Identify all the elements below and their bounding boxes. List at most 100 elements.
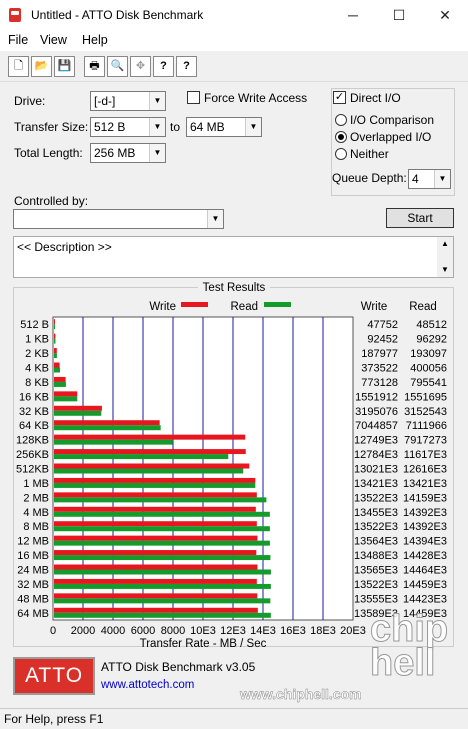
read-value: 14464E3 — [403, 565, 447, 577]
write-bar — [54, 578, 257, 584]
results-title: Test Results — [203, 282, 266, 294]
read-bar — [54, 324, 55, 330]
logo-text: ATTO — [24, 664, 84, 687]
read-value: 193097 — [410, 348, 447, 360]
category-label: 256KB — [16, 449, 49, 461]
write-bar — [54, 492, 257, 498]
website-link[interactable]: www.attotech.com — [101, 679, 194, 691]
write-value: 13522E3 — [354, 492, 398, 504]
read-bar — [54, 583, 271, 589]
write-value: 1551912 — [355, 391, 398, 403]
write-value: 12784E3 — [354, 449, 398, 461]
write-bar — [54, 333, 56, 339]
read-value: 14392E3 — [403, 521, 447, 533]
category-label: 1 KB — [25, 334, 49, 346]
write-bar — [54, 391, 78, 397]
write-value: 187977 — [361, 348, 398, 360]
category-label: 32 MB — [17, 579, 49, 591]
category-label: 12 MB — [17, 536, 49, 548]
write-value: 92452 — [367, 334, 398, 346]
read-bar — [54, 511, 270, 517]
write-bar — [54, 564, 258, 570]
write-value: 13021E3 — [354, 464, 398, 476]
status-bar: For Help, press F1 — [0, 708, 468, 729]
read-bar — [54, 381, 66, 387]
write-bar — [54, 405, 102, 411]
x-axis-label: Transfer Rate - MB / Sec — [140, 638, 267, 650]
write-column-header: Write — [361, 301, 388, 313]
read-value: 12616E3 — [403, 464, 447, 476]
read-value: 14428E3 — [403, 550, 447, 562]
write-bar — [54, 362, 60, 368]
read-bar — [54, 540, 270, 546]
read-bar — [54, 612, 271, 618]
read-bar — [54, 425, 161, 431]
read-value: 7111966 — [406, 420, 447, 432]
legend-write-label: Write — [149, 301, 176, 313]
write-bar — [54, 376, 66, 382]
read-value: 14159E3 — [403, 492, 447, 504]
status-text: For Help, press F1 — [4, 712, 104, 726]
write-bar — [54, 319, 55, 325]
x-tick-label: 20E3 — [340, 625, 366, 637]
read-value: 400056 — [410, 363, 447, 375]
write-value: 12749E3 — [354, 435, 398, 447]
read-bar — [54, 526, 270, 532]
legend-read-swatch — [264, 302, 291, 307]
read-value: 11617E3 — [404, 449, 447, 461]
write-value: 13421E3 — [354, 478, 398, 490]
write-value: 13522E3 — [354, 521, 398, 533]
read-bar — [54, 482, 256, 488]
read-value: 14459E3 — [403, 579, 447, 591]
read-bar — [54, 468, 244, 474]
write-bar — [54, 550, 257, 556]
write-value: 13522E3 — [354, 579, 398, 591]
category-label: 4 MB — [23, 507, 49, 519]
category-label: 16 KB — [19, 391, 49, 403]
write-bar — [54, 535, 258, 541]
write-bar — [54, 348, 57, 354]
read-bar — [54, 497, 267, 503]
read-value: 14394E3 — [403, 536, 447, 548]
write-bar — [54, 477, 256, 483]
x-tick-label: 2000 — [71, 625, 95, 637]
x-tick-label: 10E3 — [190, 625, 216, 637]
read-value: 96292 — [416, 334, 447, 346]
read-value: 14423E3 — [403, 593, 447, 605]
write-bar — [54, 420, 160, 426]
watermark-logo: chip hell — [370, 608, 449, 684]
legend-read-label: Read — [231, 301, 259, 313]
write-value: 13455E3 — [354, 507, 398, 519]
atto-logo: ATTO — [13, 657, 95, 695]
read-bar — [54, 439, 173, 445]
read-value: 1551695 — [404, 391, 447, 403]
category-label: 64 KB — [19, 420, 49, 432]
read-value: 13421E3 — [403, 478, 447, 490]
category-label: 48 MB — [17, 593, 49, 605]
x-tick-label: 12E3 — [220, 625, 246, 637]
x-tick-label: 16E3 — [280, 625, 306, 637]
category-label: 8 MB — [23, 521, 49, 533]
write-value: 13565E3 — [354, 565, 398, 577]
read-bar — [54, 367, 61, 373]
x-tick-label: 18E3 — [310, 625, 336, 637]
read-bar — [54, 396, 78, 402]
x-tick-label: 8000 — [161, 625, 185, 637]
read-value: 14392E3 — [403, 507, 447, 519]
category-label: 2 KB — [25, 348, 49, 360]
category-label: 8 KB — [25, 377, 49, 389]
read-value: 3152543 — [404, 406, 447, 418]
x-tick-label: 0 — [50, 625, 56, 637]
x-tick-label: 4000 — [101, 625, 125, 637]
legend-write-swatch — [181, 302, 208, 307]
write-bar — [54, 506, 256, 512]
x-tick-label: 6000 — [131, 625, 155, 637]
category-label: 4 KB — [25, 363, 49, 375]
write-value: 7044857 — [355, 420, 398, 432]
write-bar — [54, 434, 246, 440]
read-bar — [54, 338, 56, 344]
category-label: 1 MB — [23, 478, 49, 490]
read-bar — [54, 410, 102, 416]
write-value: 13555E3 — [354, 593, 398, 605]
category-label: 16 MB — [17, 550, 49, 562]
